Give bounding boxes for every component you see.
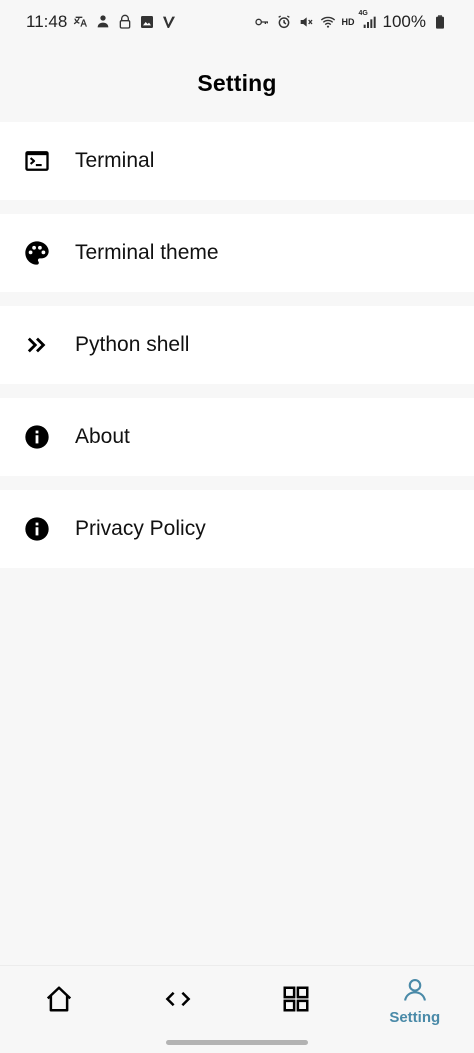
page-title: Setting bbox=[197, 69, 277, 96]
settings-item-label: Python shell bbox=[75, 333, 190, 356]
settings-item-label: Privacy Policy bbox=[75, 517, 206, 540]
battery-icon bbox=[432, 14, 448, 30]
settings-item-label: Terminal theme bbox=[75, 241, 219, 264]
settings-list: Terminal Terminal theme Python shell Abo… bbox=[0, 122, 474, 582]
settings-item-python-shell[interactable]: Python shell bbox=[0, 306, 474, 384]
user-icon bbox=[401, 976, 429, 1009]
nav-home[interactable] bbox=[0, 966, 119, 1036]
settings-item-terminal[interactable]: Terminal bbox=[0, 122, 474, 200]
hd-label: HD bbox=[341, 17, 355, 27]
status-right: HD 4G 100% bbox=[254, 10, 448, 32]
status-time: 11:48 bbox=[26, 12, 68, 31]
settings-item-label: About bbox=[75, 425, 130, 448]
double-chevron-right-icon bbox=[23, 331, 51, 359]
grid-icon bbox=[281, 984, 311, 1019]
wifi-icon bbox=[320, 14, 336, 30]
battery-percentage: 100% bbox=[382, 12, 426, 31]
info-icon bbox=[23, 515, 51, 543]
v-icon bbox=[161, 14, 177, 30]
nav-code[interactable] bbox=[119, 966, 238, 1036]
key-icon bbox=[254, 14, 270, 30]
app-header: Setting bbox=[0, 44, 474, 122]
home-indicator[interactable] bbox=[166, 1040, 308, 1045]
settings-item-label: Terminal bbox=[75, 149, 155, 172]
bottom-navigation: Setting bbox=[0, 965, 474, 1036]
nav-setting[interactable]: Setting bbox=[356, 966, 474, 1036]
network-type-label: 4G bbox=[358, 10, 368, 17]
assistant-icon bbox=[95, 14, 111, 30]
settings-item-about[interactable]: About bbox=[0, 398, 474, 476]
palette-icon bbox=[23, 239, 51, 267]
info-icon bbox=[23, 423, 51, 451]
status-bar: 11:48 HD 4G 100% bbox=[0, 0, 474, 44]
signal-icon: 4G bbox=[359, 10, 377, 30]
code-icon bbox=[163, 984, 193, 1019]
status-left: 11:48 bbox=[26, 12, 177, 32]
mute-icon bbox=[298, 14, 314, 30]
nav-setting-label: Setting bbox=[389, 1009, 441, 1026]
translate-icon bbox=[73, 14, 89, 30]
home-icon bbox=[44, 984, 74, 1019]
image-icon bbox=[139, 14, 155, 30]
settings-item-terminal-theme[interactable]: Terminal theme bbox=[0, 214, 474, 292]
nav-apps[interactable] bbox=[237, 966, 356, 1036]
lock-icon bbox=[117, 14, 133, 30]
terminal-icon bbox=[23, 147, 51, 175]
settings-item-privacy-policy[interactable]: Privacy Policy bbox=[0, 490, 474, 568]
alarm-icon bbox=[276, 14, 292, 30]
